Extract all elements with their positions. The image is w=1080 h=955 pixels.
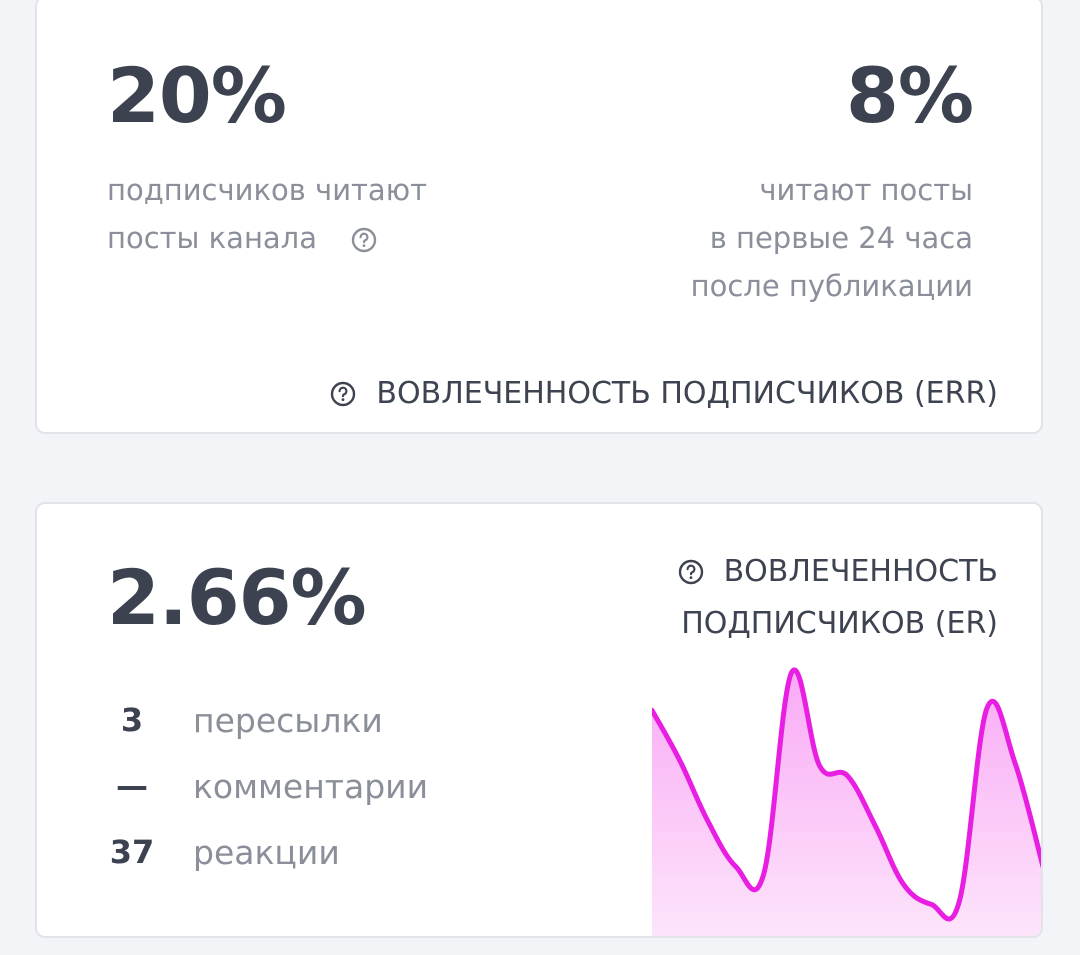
question-circle-icon[interactable] (330, 381, 356, 407)
read-share-description: подписчиков читают посты канала (107, 166, 427, 262)
stat-value: — (116, 767, 148, 805)
err-title-label: ВОВЛЕЧЕННОСТЬ ПОДПИСЧИКОВ (ERR) (376, 376, 998, 411)
stat-value: 37 (109, 833, 155, 871)
er-title-line2: ПОДПИСЧИКОВ (ER) (681, 606, 998, 641)
err-card: 20% подписчиков читают посты канала 8% ч… (35, 0, 1043, 434)
er-title: ВОВЛЕЧЕННОСТЬ ПОДПИСЧИКОВ (ER) (678, 546, 998, 650)
read-24h-desc-line3: после публикации (690, 269, 973, 303)
er-card: 2.66% ВОВЛЕЧЕННОСТЬ ПОДПИСЧИКОВ (ER) 3 п… (35, 502, 1043, 938)
stat-row-comments: — комментарии (107, 761, 428, 811)
err-title: ВОВЛЕЧЕННОСТЬ ПОДПИСЧИКОВ (ERR) (330, 368, 998, 420)
stat-value: 3 (120, 701, 144, 739)
read-share-desc-line1: подписчиков читают (107, 173, 428, 207)
stat-row-forwards: 3 пересылки (107, 695, 383, 745)
read-24h-description: читают посты в первые 24 часа после публ… (691, 166, 973, 310)
question-circle-icon[interactable] (678, 559, 704, 585)
read-share-value: 20% (107, 51, 287, 140)
read-24h-desc-line1: читают посты (759, 173, 973, 207)
stat-label: пересылки (193, 700, 383, 740)
read-share-desc-line2: посты канала (107, 221, 317, 255)
er-sparkline (652, 667, 1041, 936)
stat-row-reactions: 37 реакции (107, 827, 340, 877)
read-24h-desc-line2: в первые 24 часа (709, 221, 973, 255)
stat-label: комментарии (193, 766, 429, 806)
er-value: 2.66% (107, 553, 367, 642)
stat-label: реакции (193, 832, 340, 872)
er-title-line1: ВОВЛЕЧЕННОСТЬ (723, 554, 998, 589)
read-24h-value: 8% (845, 51, 974, 140)
question-circle-icon[interactable] (351, 227, 377, 253)
